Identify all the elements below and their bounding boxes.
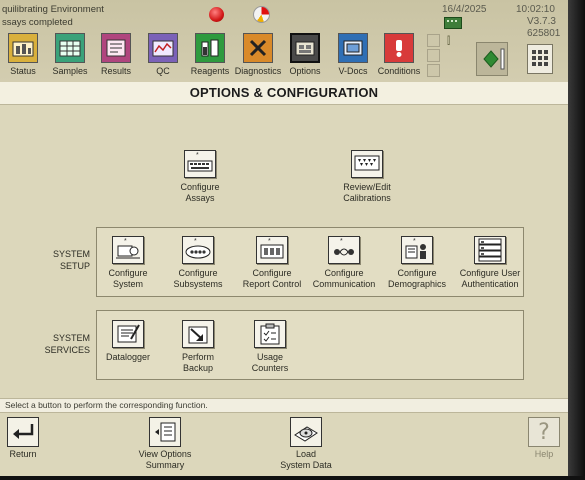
top-bar: quilibrating Environment ssays completed…: [0, 0, 568, 83]
diagnostics-icon: [243, 33, 273, 63]
empty-slot: [427, 34, 440, 47]
configure-communication-button[interactable]: * Configure Communication: [310, 236, 378, 290]
usage-counters-label: Usage Counters: [251, 352, 289, 373]
run-control-button[interactable]: [476, 42, 508, 76]
configure-subsystems-button[interactable]: * Configure Subsystems: [167, 236, 229, 290]
empty-slot: [427, 64, 440, 77]
device-bezel: [568, 0, 585, 480]
configure-report-control-label: Configure Report Control: [242, 268, 302, 289]
vdocs-icon: [338, 33, 368, 63]
calibrations-icon: [351, 150, 383, 178]
configure-system-button[interactable]: * Configure System: [98, 236, 158, 290]
app-screen: quilibrating Environment ssays completed…: [0, 0, 568, 476]
date-readout: 16/4/2025: [442, 4, 487, 15]
empty-slot: [427, 49, 440, 62]
configure-subsystems-icon: *: [182, 236, 214, 264]
configure-user-authentication-button[interactable]: Configure User Authentication: [456, 236, 524, 290]
usage-counters-icon: [254, 320, 286, 348]
usage-counters-button[interactable]: Usage Counters: [238, 320, 302, 374]
configure-assays-label: Configure Assays: [180, 182, 220, 203]
nav-results[interactable]: Results: [98, 33, 134, 76]
nav-reagents[interactable]: Reagents: [191, 33, 229, 76]
keyboard-status-icon: [444, 17, 462, 29]
status-line-1: quilibrating Environment: [2, 4, 104, 15]
signal-icon: ⫿: [447, 36, 451, 47]
help-button[interactable]: ? Help: [523, 417, 565, 460]
status-line-2: ssays completed: [2, 17, 73, 28]
nav-diagnostics[interactable]: Diagnostics: [235, 33, 281, 76]
datalogger-icon: [112, 320, 144, 348]
nav-status[interactable]: Status: [5, 33, 41, 76]
nav-qc[interactable]: QC: [145, 33, 181, 76]
system-services-group: [96, 310, 524, 380]
backup-icon: [182, 320, 214, 348]
demographics-icon: *: [401, 236, 433, 264]
view-summary-icon: [149, 417, 181, 447]
view-options-summary-label: View Options Summary: [138, 449, 192, 470]
keypad-icon[interactable]: [527, 44, 553, 74]
reagents-icon: [195, 33, 225, 63]
nav-conditions[interactable]: Conditions: [378, 33, 420, 76]
configure-system-label: Configure System: [108, 268, 148, 289]
samples-icon: [55, 33, 85, 63]
load-system-data-label: Load System Data: [280, 449, 332, 470]
report-control-icon: *: [256, 236, 288, 264]
page-title: OPTIONS & CONFIGURATION: [189, 85, 379, 100]
nav-conditions-label: Conditions: [377, 66, 421, 76]
progress-pie-icon[interactable]: [253, 6, 270, 23]
help-label: Help: [534, 449, 554, 459]
communication-icon: *: [328, 236, 360, 264]
help-icon: ?: [528, 417, 560, 447]
system-setup-label: SYSTEM SETUP: [40, 248, 90, 272]
options-icon: [290, 33, 320, 63]
load-system-data-button[interactable]: Load System Data: [272, 417, 340, 471]
status-icon: [8, 33, 38, 63]
configure-demographics-button[interactable]: * Configure Demographics: [383, 236, 451, 290]
datalogger-label: Datalogger: [105, 352, 151, 362]
configure-communication-label: Configure Communication: [312, 268, 376, 289]
configure-assays-icon: *: [184, 150, 216, 178]
nav-samples[interactable]: Samples: [52, 33, 88, 76]
load-data-icon: [290, 417, 322, 447]
return-button[interactable]: Return: [2, 417, 44, 460]
configure-assays-button[interactable]: * Configure Assays: [168, 150, 232, 204]
system-services-label: SYSTEM SERVICES: [40, 332, 90, 356]
system-services-label-text: SYSTEM SERVICES: [44, 333, 90, 355]
serial-number: 625801: [527, 28, 561, 39]
device-bezel-bottom: [0, 476, 585, 480]
return-label: Return: [9, 449, 37, 459]
configure-subsystems-label: Configure Subsystems: [173, 268, 223, 289]
nav-vdocs[interactable]: V-Docs: [335, 33, 371, 76]
configure-report-control-button[interactable]: * Configure Report Control: [238, 236, 306, 290]
view-options-summary-button[interactable]: View Options Summary: [128, 417, 202, 471]
results-icon: [101, 33, 131, 63]
alert-indicator-icon[interactable]: [209, 7, 224, 22]
nav-options[interactable]: Options: [287, 33, 323, 76]
perform-backup-button[interactable]: Perform Backup: [167, 320, 229, 374]
help-status-bar: Select a button to perform the correspon…: [0, 398, 568, 413]
conditions-icon: [384, 33, 414, 63]
review-calibrations-label: Review/Edit Calibrations: [343, 182, 391, 203]
software-version: V3.7.3: [527, 16, 556, 27]
perform-backup-label: Perform Backup: [181, 352, 214, 373]
status-messages: quilibrating Environment ssays completed: [2, 3, 104, 29]
qc-icon: [148, 33, 178, 63]
review-calibrations-button[interactable]: Review/Edit Calibrations: [330, 150, 404, 204]
title-strip: OPTIONS & CONFIGURATION: [0, 82, 568, 105]
datalogger-button[interactable]: Datalogger: [98, 320, 158, 363]
system-setup-label-text: SYSTEM SETUP: [52, 249, 90, 271]
configure-user-authentication-label: Configure User Authentication: [459, 268, 521, 289]
user-authentication-icon: [474, 236, 506, 264]
configure-demographics-label: Configure Demographics: [387, 268, 447, 289]
configure-system-icon: *: [112, 236, 144, 264]
status-message: Select a button to perform the correspon…: [5, 400, 208, 410]
time-readout: 10:02:10: [516, 4, 555, 15]
return-icon: [7, 417, 39, 447]
